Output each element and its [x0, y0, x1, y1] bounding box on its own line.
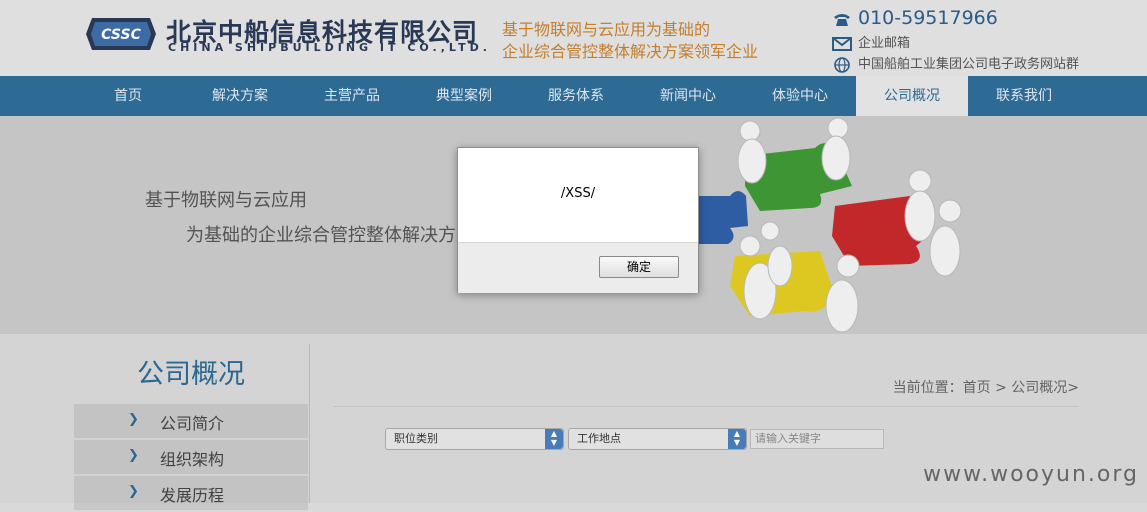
watermark: www.wooyun.org — [923, 462, 1139, 487]
alert-dialog: /XSS/ 确定 — [457, 147, 699, 293]
alert-message: /XSS/ — [560, 186, 596, 201]
ok-button[interactable]: 确定 — [599, 256, 679, 278]
alert-footer: 确定 — [458, 242, 698, 293]
